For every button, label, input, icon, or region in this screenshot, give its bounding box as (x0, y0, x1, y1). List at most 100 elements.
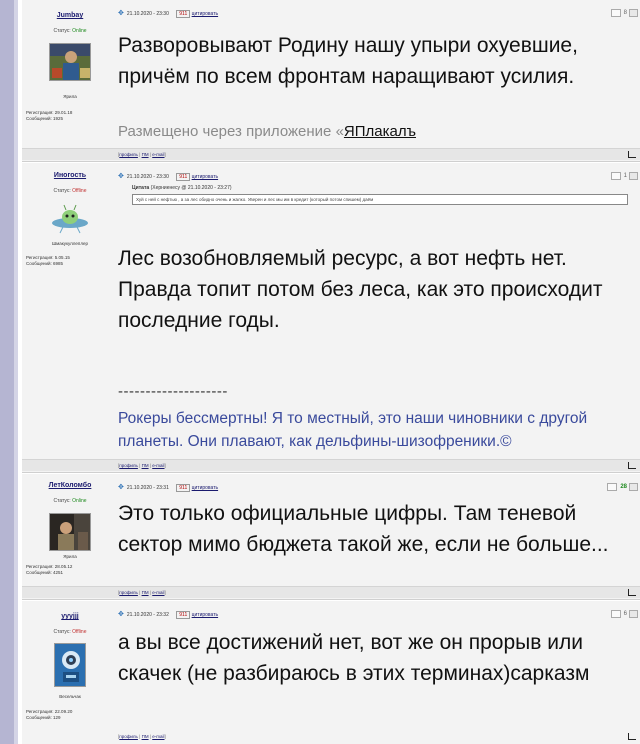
status-value: Online (72, 28, 87, 34)
author-messages: Сообщений: 4251 (26, 570, 64, 575)
post-author-panel: yyyjjj Статус: Offline Весельчак Регистр… (22, 601, 118, 744)
post-header: ✥ 21.10.2020 - 23:31 911 цитировать (118, 483, 218, 493)
pm-link[interactable]: ПМ (142, 590, 149, 595)
post-footer: [профиль | ПМ | e-mail] (22, 459, 640, 471)
post-body: ✥ 21.10.2020 - 23:30 911 цитировать 1 Цит… (118, 163, 640, 472)
avatar-image (50, 44, 90, 80)
post-date: 21.10.2020 - 23:31 (126, 485, 169, 491)
email-link[interactable]: e-mail (152, 463, 164, 468)
post-header: ✥ 21.10.2020 - 23:30 911 цитировать (118, 172, 218, 182)
rating-down-button[interactable] (610, 610, 621, 618)
author-name[interactable]: Jumbay (22, 12, 118, 19)
post-author-panel: Jumbay Статус: Online Ярила Регистрация:… (22, 0, 118, 161)
profile-link[interactable]: профиль (119, 590, 138, 595)
post-body: ✥ 21.10.2020 - 23:32 911 цитировать 6 а в… (118, 601, 640, 744)
alien-ship-icon (49, 199, 91, 237)
post-rating: 28 (607, 483, 638, 493)
rating-up-button[interactable] (629, 9, 638, 17)
quote-label: Цитата (132, 185, 150, 191)
app-link[interactable]: ЯПлакалъ (344, 123, 416, 140)
author-status: Статус: Offline (22, 629, 118, 635)
rating-down-button[interactable] (607, 483, 618, 491)
profile-link[interactable]: профиль (119, 463, 138, 468)
email-link[interactable]: e-mail (152, 734, 164, 739)
author-status: Статус: Online (22, 498, 118, 504)
post-footer-links: [профиль | ПМ | e-mail] (118, 463, 166, 468)
post-author-panel: Иногость Статус: Offline Шмакукуллеплер … (22, 163, 118, 472)
post-yyyjjj: yyyjjj Статус: Offline Весельчак Регистр… (22, 601, 640, 744)
post-text: Разворовывают Родину нашу упыри охуевшие… (118, 34, 578, 88)
post-body: ✥ 21.10.2020 - 23:31 911 цитировать 28 Эт… (118, 474, 640, 599)
post-footer: [профиль | ПМ | e-mail] (22, 586, 640, 598)
post-footer: [профиль | ПМ | e-mail] (22, 148, 640, 160)
rating-value: 6 (623, 611, 627, 617)
reply-icon[interactable] (628, 462, 636, 469)
author-name[interactable]: yyyjjj (22, 613, 118, 620)
post-pin-icon[interactable]: ✥ (118, 10, 124, 17)
post-rating: 6 (610, 610, 638, 620)
post-pin-icon[interactable]: ✥ (118, 611, 124, 618)
post-pin-icon[interactable]: ✥ (118, 484, 124, 491)
status-value: Online (72, 498, 87, 504)
post-pin-icon[interactable]: ✥ (118, 173, 124, 180)
reply-icon[interactable] (628, 733, 636, 740)
author-rank: Ярила (63, 94, 77, 99)
post-header: ✥ 21.10.2020 - 23:32 911 цитировать (118, 610, 218, 620)
profile-link[interactable]: профиль (119, 734, 138, 739)
signature: Рокеры бессмертны! Я то местный, это наш… (118, 410, 588, 450)
status-label: Статус: (53, 188, 71, 194)
post-letkolombo: ЛетКоломбо Статус: Online Ярила Регистра… (22, 474, 640, 600)
cite-link[interactable]: цитировать (192, 11, 218, 17)
status-value: Offline (72, 188, 87, 194)
rating-up-button[interactable] (629, 610, 638, 618)
post-number[interactable]: 911 (176, 484, 191, 492)
author-rank: Ярила (63, 554, 77, 559)
left-border (0, 0, 18, 744)
author-status: Статус: Offline (22, 188, 118, 194)
author-name[interactable]: Иногость (22, 172, 118, 179)
status-label: Статус: (53, 629, 71, 635)
robot-icon (55, 644, 85, 686)
status-label: Статус: (53, 498, 71, 504)
avatar[interactable] (49, 43, 91, 81)
profile-link[interactable]: профиль (119, 152, 138, 157)
cite-link[interactable]: цитировать (192, 174, 218, 180)
post-date: 21.10.2020 - 23:30 (126, 174, 169, 180)
post-inogost: Иногость Статус: Offline Шмакукуллеплер … (22, 163, 640, 473)
cite-link[interactable]: цитировать (192, 612, 218, 618)
cite-link[interactable]: цитировать (192, 485, 218, 491)
pm-link[interactable]: ПМ (142, 152, 149, 157)
status-value: Offline (72, 629, 87, 635)
pm-link[interactable]: ПМ (142, 734, 149, 739)
avatar[interactable] (49, 513, 91, 551)
post-number[interactable]: 911 (176, 611, 191, 619)
email-link[interactable]: e-mail (152, 152, 164, 157)
post-text: Это только официальные цифры. Там тенево… (118, 502, 609, 556)
author-messages: Сообщений: 129 (26, 715, 61, 720)
rating-up-button[interactable] (629, 483, 638, 491)
post-number[interactable]: 911 (176, 10, 191, 18)
post-author-panel: ЛетКоломбо Статус: Online Ярила Регистра… (22, 474, 118, 599)
author-meta: Регистрация: 28.05.12 Сообщений: 4251 (26, 564, 116, 576)
post-number[interactable]: 911 (176, 173, 191, 181)
rating-up-button[interactable] (629, 172, 638, 180)
post-rating: 8 (610, 9, 638, 19)
rating-down-button[interactable] (610, 172, 621, 180)
email-link[interactable]: e-mail (152, 590, 164, 595)
rating-value: 28 (620, 484, 627, 490)
post-text: Лес возобновляемый ресурс, а вот нефть н… (118, 247, 603, 332)
rating-down-button[interactable] (610, 9, 621, 17)
rating-value: 8 (623, 10, 627, 16)
reply-icon[interactable] (628, 589, 636, 596)
author-name[interactable]: ЛетКоломбо (22, 482, 118, 489)
quote-header: Цитата (Херниенесу @ 21.10.2020 - 23:27) (132, 185, 232, 191)
post-header: ✥ 21.10.2020 - 23:30 911 цитировать (118, 9, 218, 19)
avatar[interactable] (49, 199, 91, 237)
avatar[interactable] (54, 643, 86, 687)
signature-divider: -------------------- (118, 383, 228, 400)
post-footer-links: [профиль | ПМ | e-mail] (118, 590, 166, 595)
reply-icon[interactable] (628, 151, 636, 158)
pm-link[interactable]: ПМ (142, 463, 149, 468)
post-text: а вы все достижений нет, вот же он проры… (118, 631, 590, 685)
thread: Jumbay Статус: Online Ярила Регистрация:… (22, 0, 640, 744)
